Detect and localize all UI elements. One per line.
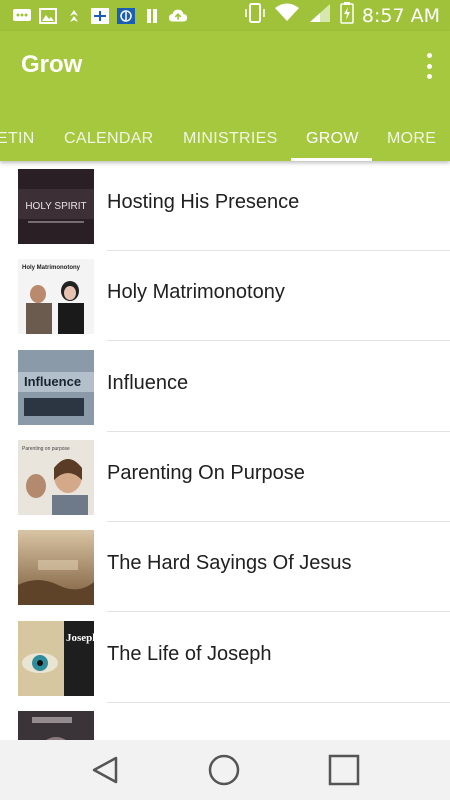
series-thumbnail: Holy Matrimonotony [18, 259, 94, 334]
list-item-title: Parenting On Purpose [107, 462, 305, 484]
wifi-icon [274, 3, 300, 28]
vibrate-icon [244, 2, 266, 29]
more-vert-icon[interactable] [424, 53, 434, 79]
series-thumbnail: Influence [18, 350, 94, 425]
list-item[interactable]: Holy Matrimonotony Holy Matrimonotony [0, 251, 450, 341]
series-thumbnail: HOLY SPIRIT [18, 169, 94, 244]
clock: 8:57 AM [361, 4, 440, 27]
list-item[interactable]: The Hard Sayings Of Jesus [0, 522, 450, 612]
recents-icon[interactable] [326, 752, 362, 788]
list-item-title: Holy Matrimonotony [107, 281, 285, 303]
svg-text:Influence: Influence [24, 374, 81, 389]
navigation-bar [0, 740, 450, 800]
app-icon [64, 7, 84, 25]
tab-calendar[interactable]: CALENDAR [64, 130, 154, 161]
cloud-upload-icon [168, 7, 188, 25]
list-item[interactable]: HOLY SPIRIT Hosting His Presence [0, 161, 450, 251]
divider [107, 340, 450, 341]
series-thumbnail: Joseph [18, 621, 94, 696]
signal-icon [308, 3, 332, 28]
divider [107, 611, 450, 612]
message-icon [12, 7, 32, 25]
list-item[interactable] [0, 703, 450, 740]
tab-more[interactable]: MORE [387, 130, 436, 161]
back-icon[interactable] [88, 752, 124, 788]
page-title: Grow [21, 51, 83, 78]
battery-icon [340, 2, 354, 29]
list-item-title: The Life of Joseph [107, 643, 272, 665]
list-item-title: The Hard Sayings Of Jesus [107, 552, 352, 574]
tab-bulletin[interactable]: ETIN [0, 130, 35, 161]
app-icon [116, 7, 136, 25]
svg-text:Parenting on purpose: Parenting on purpose [22, 446, 70, 452]
list-item[interactable]: Joseph The Life of Joseph [0, 613, 450, 703]
home-icon[interactable] [206, 752, 242, 788]
list-item[interactable]: Parenting on purpose Parenting On Purpos… [0, 432, 450, 522]
svg-text:Holy Matrimonotony: Holy Matrimonotony [22, 265, 81, 271]
series-thumbnail: Parenting on purpose [18, 440, 94, 515]
svg-text:Joseph: Joseph [66, 632, 94, 644]
series-thumbnail [18, 711, 94, 740]
tab-bar: ETIN CALENDAR MINISTRIES GROW MORE [0, 130, 450, 161]
list-item[interactable]: Influence Influence [0, 342, 450, 432]
app-bar: Grow ETIN CALENDAR MINISTRIES GROW MORE [0, 31, 450, 161]
svg-text:HOLY SPIRIT: HOLY SPIRIT [25, 201, 86, 212]
app-icon [142, 7, 162, 25]
status-bar: 8:57 AM [0, 0, 450, 31]
series-thumbnail [18, 530, 94, 605]
tab-grow[interactable]: GROW [306, 130, 359, 161]
app-icon [90, 7, 110, 25]
list-item-title: Hosting His Presence [107, 191, 300, 213]
list-item-title: Influence [107, 372, 189, 394]
series-list: HOLY SPIRIT Hosting His Presence Holy Ma… [0, 161, 450, 740]
image-icon [38, 7, 58, 25]
tab-ministries[interactable]: MINISTRIES [183, 130, 278, 161]
